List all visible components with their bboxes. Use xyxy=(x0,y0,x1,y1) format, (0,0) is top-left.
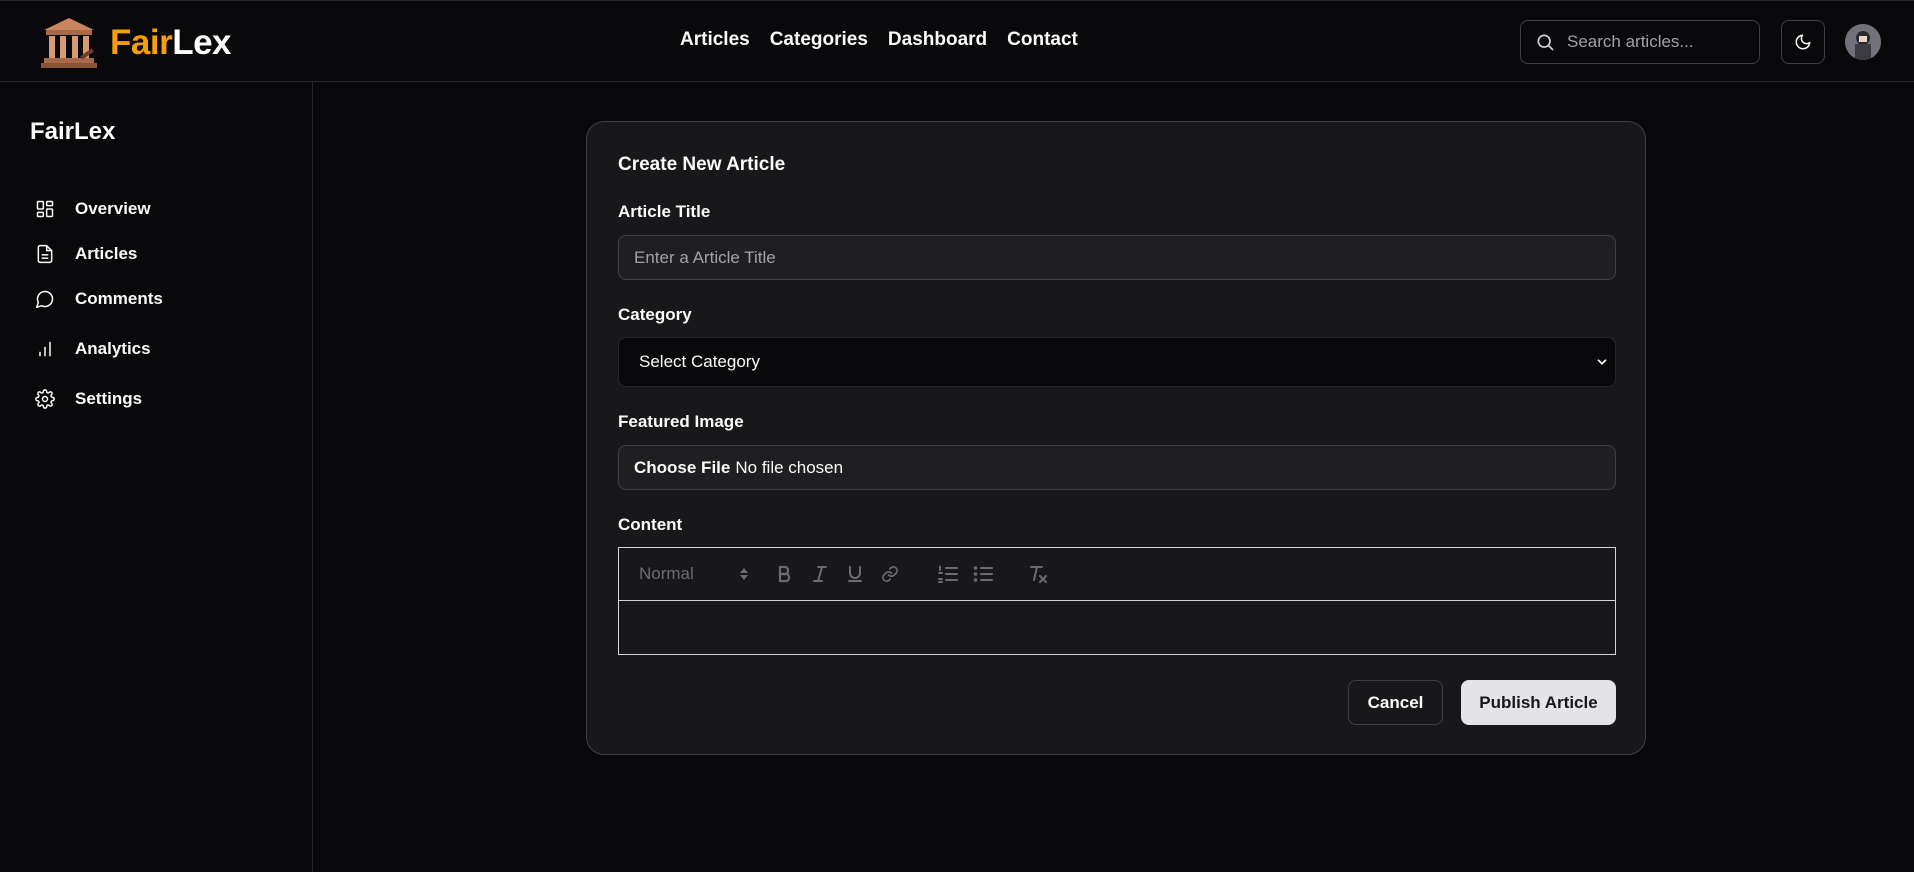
category-select[interactable]: Select Category xyxy=(618,337,1616,387)
search-input[interactable] xyxy=(1567,32,1747,52)
bullet-list-icon xyxy=(973,566,993,582)
sidebar-item-label: Articles xyxy=(75,244,138,263)
message-circle-icon xyxy=(34,288,56,310)
grid-icon xyxy=(34,198,56,220)
featured-image-label: Featured Image xyxy=(618,412,744,431)
clear-format-icon xyxy=(1030,566,1047,583)
top-navbar: FairLex Articles Categories Dashboard Co… xyxy=(0,0,1914,82)
search-icon xyxy=(1537,34,1554,51)
content-label: Content xyxy=(618,515,683,534)
underline-button[interactable] xyxy=(845,562,865,586)
editor-toolbar: Normal xyxy=(618,547,1616,601)
content-editor[interactable] xyxy=(618,600,1616,655)
nav-articles[interactable]: Articles xyxy=(680,29,750,51)
sidebar-item-settings[interactable]: Settings xyxy=(34,384,142,414)
nav-contact[interactable]: Contact xyxy=(1007,29,1078,51)
brand-logo[interactable]: FairLex xyxy=(40,15,232,71)
nav-categories[interactable]: Categories xyxy=(770,29,868,51)
bar-chart-icon xyxy=(34,338,56,360)
user-avatar-icon xyxy=(1845,24,1881,60)
format-select-value: Normal xyxy=(639,564,694,583)
ordered-list-icon xyxy=(938,565,958,583)
search-box[interactable] xyxy=(1520,20,1760,64)
sidebar-item-comments[interactable]: Comments xyxy=(34,284,163,314)
brand-name-part1: Fair xyxy=(110,23,173,62)
brand-name-part2: Lex xyxy=(172,23,232,62)
sidebar-item-label: Overview xyxy=(75,199,151,218)
category-label: Category xyxy=(618,305,692,324)
sidebar-item-overview[interactable]: Overview xyxy=(34,194,151,224)
italic-button[interactable] xyxy=(810,562,830,586)
file-status: No file chosen xyxy=(735,457,844,477)
sidebar-item-label: Settings xyxy=(75,389,143,408)
format-select[interactable]: Normal xyxy=(639,562,749,586)
category-select-value: Select Category xyxy=(639,352,760,371)
nav-dashboard[interactable]: Dashboard xyxy=(888,29,987,51)
article-title-input[interactable] xyxy=(618,235,1616,280)
link-button[interactable] xyxy=(879,562,901,586)
theme-toggle-button[interactable] xyxy=(1781,20,1825,64)
sidebar-item-label: Comments xyxy=(75,289,163,308)
sidebar: FairLex Overview Articles Comments Analy… xyxy=(0,82,313,872)
clear-format-button[interactable] xyxy=(1027,562,1049,586)
avatar[interactable] xyxy=(1845,24,1881,60)
sidebar-title: FairLex xyxy=(30,118,116,145)
moon-icon xyxy=(1795,34,1811,50)
brand-name: FairLex xyxy=(110,23,232,63)
gear-icon xyxy=(34,388,56,410)
main-nav: Articles Categories Dashboard Contact xyxy=(680,29,1078,51)
create-article-card: Create New Article Article Title Categor… xyxy=(586,121,1646,755)
ordered-list-button[interactable] xyxy=(937,562,959,586)
featured-image-file-input[interactable]: Choose File No file chosen xyxy=(618,445,1616,490)
italic-icon xyxy=(813,566,827,582)
cancel-button[interactable]: Cancel xyxy=(1348,680,1443,725)
up-down-arrows-icon xyxy=(740,568,748,580)
sidebar-item-analytics[interactable]: Analytics xyxy=(34,334,151,364)
courthouse-icon xyxy=(41,18,97,68)
bold-icon xyxy=(778,565,791,583)
choose-file-button[interactable]: Choose File xyxy=(634,458,730,478)
link-icon xyxy=(882,566,898,582)
bold-button[interactable] xyxy=(775,562,795,586)
chevron-down-icon xyxy=(1597,359,1607,365)
bullet-list-button[interactable] xyxy=(972,562,994,586)
publish-article-button[interactable]: Publish Article xyxy=(1461,680,1616,725)
file-text-icon xyxy=(34,243,56,265)
sidebar-item-label: Analytics xyxy=(75,339,151,358)
underline-icon xyxy=(848,566,862,582)
sidebar-item-articles[interactable]: Articles xyxy=(34,239,137,269)
form-title: Create New Article xyxy=(618,154,786,175)
article-title-label: Article Title xyxy=(618,202,711,221)
